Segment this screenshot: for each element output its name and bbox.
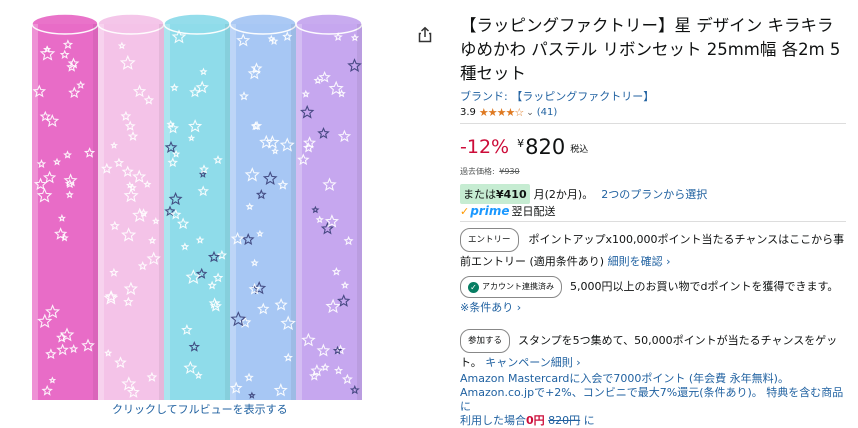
prime-check-icon: ✓	[460, 204, 470, 218]
entry-terms-link[interactable]: 細則を確認 ›	[608, 255, 671, 268]
divider	[460, 221, 846, 222]
tax-label: 税込	[570, 145, 589, 155]
product-image[interactable]	[18, 12, 376, 400]
price-amount: 820	[525, 135, 566, 159]
entry-terms-label: 細則を確認	[607, 255, 663, 268]
chevron-down-icon[interactable]: ⌄	[526, 108, 534, 118]
account-linked-label: アカウント連携済み	[482, 282, 554, 291]
card-offer-line3: 利用した場合0円 820円 に	[460, 414, 846, 428]
entry-promo: エントリー ポイントアップx100,000ポイント当たるチャンスはここから事前エン…	[460, 228, 846, 272]
rating-value: 3.9	[460, 107, 476, 118]
ribbon-roll	[31, 13, 99, 400]
join-button[interactable]: 参加する	[460, 329, 511, 353]
installment-plan-link[interactable]: 2つのプランから選択	[601, 186, 707, 202]
ribbon-roll	[97, 13, 165, 400]
account-linked-badge: ✓ アカウント連携済み	[460, 276, 562, 298]
card-offer-strike: 820円	[548, 414, 581, 427]
card-offer-price: 0円	[526, 414, 545, 427]
card-offer-suffix: に	[583, 414, 595, 427]
rating-stars-icon: ★★★★☆	[478, 106, 524, 119]
rating-count-link[interactable]: (41)	[537, 107, 558, 118]
dpoint-conditions-label: ※条件あり	[460, 301, 514, 314]
check-icon: ✓	[468, 282, 479, 293]
chevron-right-icon: ›	[576, 356, 581, 369]
ribbon-roll	[295, 13, 363, 400]
past-price-value: ¥930	[499, 167, 520, 176]
delivery-text: 翌日配送	[511, 205, 556, 218]
installment-amount: ¥410	[496, 188, 527, 201]
divider	[460, 123, 846, 124]
share-icon[interactable]	[416, 26, 434, 44]
campaign-terms-link[interactable]: キャンペーン細則 ›	[485, 356, 580, 369]
chevron-right-icon: ›	[666, 255, 671, 268]
installment-row: または¥410 月(2か月)。 2つのプランから選択	[460, 184, 707, 204]
past-price-label: 過去価格:	[460, 167, 495, 176]
dpoint-promo-text: 5,000円以上のお買い物でdポイントを獲得できます。	[570, 280, 839, 293]
brand-link[interactable]: ブランド: 【ラッピングファクトリー】	[460, 88, 654, 104]
prime-logo: prime	[470, 204, 510, 218]
ribbon-roll	[229, 13, 297, 400]
installment-prefix: または	[463, 188, 496, 201]
installment-term: 月(2か月)。	[533, 188, 594, 201]
card-offer-prefix: 利用した場合	[460, 414, 526, 427]
card-offer-line2: Amazon.co.jpで+2%、コンビニで最大7%還元(条件あり)。 特典を含…	[460, 386, 844, 413]
product-title: 【ラッピングファクトリー】星 デザイン キラキラ ゆめかわ パステル リボンセッ…	[460, 16, 841, 83]
stamp-promo: 参加する スタンプを5つ集めて、50,000ポイントが当たるチャンスをゲット。 キ…	[460, 329, 846, 373]
dpoint-promo: ✓ アカウント連携済み 5,000円以上のお買い物でdポイントを獲得できます。 ※条…	[460, 276, 846, 318]
entry-button[interactable]: エントリー	[460, 228, 519, 252]
discount-percent: -12%	[460, 136, 510, 158]
dpoint-conditions-link[interactable]: ※条件あり ›	[460, 301, 521, 314]
chevron-right-icon: ›	[516, 301, 522, 314]
card-offer[interactable]: Amazon Mastercardに入会で7000ポイント (年会費 永年無料)…	[460, 372, 846, 428]
past-price: 過去価格: ¥930	[460, 166, 520, 177]
card-offer-line1: Amazon Mastercardに入会で7000ポイント (年会費 永年無料)…	[460, 372, 789, 385]
ribbon-illustration	[31, 13, 363, 400]
price-block: -12% ¥ 820 税込	[460, 134, 588, 160]
currency-symbol: ¥	[517, 137, 525, 150]
prime-delivery: ✓ prime 翌日配送	[460, 203, 555, 219]
installment-badge: または¥410	[460, 184, 530, 204]
image-caption[interactable]: クリックしてフルビューを表示する	[112, 401, 288, 417]
ribbon-roll	[163, 13, 231, 400]
rating-summary[interactable]: 3.9 ★★★★☆ ⌄ (41)	[460, 106, 557, 119]
campaign-terms-label: キャンペーン細則	[485, 356, 573, 369]
